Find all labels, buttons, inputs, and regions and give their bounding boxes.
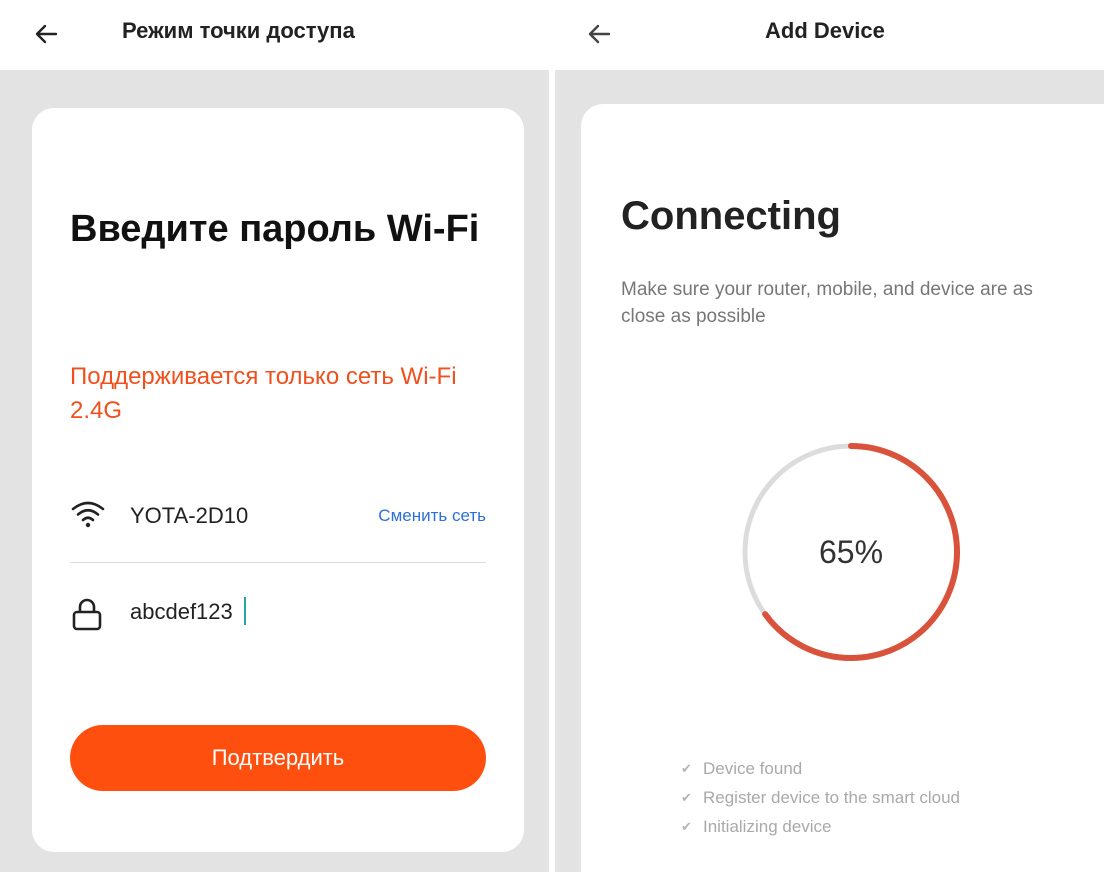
band-warning: Поддерживается только сеть Wi-Fi 2.4G xyxy=(70,363,457,424)
check-icon: ✔ xyxy=(681,818,692,834)
lock-icon xyxy=(70,596,104,632)
change-network-link[interactable]: Сменить сеть xyxy=(372,506,486,526)
ap-mode-screen: Режим точки доступа Введите пароль Wi-Fi… xyxy=(0,0,549,872)
step-label: Initializing device xyxy=(703,816,832,836)
back-arrow-icon[interactable] xyxy=(579,14,619,54)
progress-percent: 65% xyxy=(818,534,884,570)
step-item: ✔ Device found xyxy=(681,754,960,783)
add-device-screen: Add Device Connecting Make sure your rou… xyxy=(555,0,1104,872)
step-item: ✔ Register device to the smart cloud xyxy=(681,783,960,812)
step-label: Device found xyxy=(703,758,803,778)
divider xyxy=(70,562,486,563)
network-ssid: YOTA-2D10 xyxy=(130,503,249,528)
card-heading: Connecting xyxy=(621,194,841,238)
confirm-button[interactable]: Подтвердить xyxy=(70,725,486,791)
app-bar: Add Device xyxy=(555,0,1104,70)
connecting-card: Connecting Make sure your router, mobile… xyxy=(581,104,1104,872)
check-icon: ✔ xyxy=(681,789,692,805)
check-icon: ✔ xyxy=(681,760,692,776)
card-heading: Введите пароль Wi-Fi xyxy=(70,208,480,250)
page-title: Режим точки доступа xyxy=(122,18,355,43)
text-cursor xyxy=(244,597,246,625)
wifi-password-card: Введите пароль Wi-Fi Поддерживается толь… xyxy=(32,108,524,852)
page-title: Add Device xyxy=(765,18,885,43)
proximity-hint: Make sure your router, mobile, and devic… xyxy=(621,279,1033,327)
connection-steps: ✔ Device found ✔ Register device to the … xyxy=(681,754,960,841)
step-label: Register device to the smart cloud xyxy=(703,787,961,807)
back-arrow-icon[interactable] xyxy=(26,14,66,54)
progress-ring: 65% xyxy=(731,432,971,672)
password-input[interactable] xyxy=(130,596,470,628)
step-item: ✔ Initializing device xyxy=(681,812,960,841)
wifi-icon xyxy=(70,498,106,528)
app-bar: Режим точки доступа xyxy=(0,0,549,70)
